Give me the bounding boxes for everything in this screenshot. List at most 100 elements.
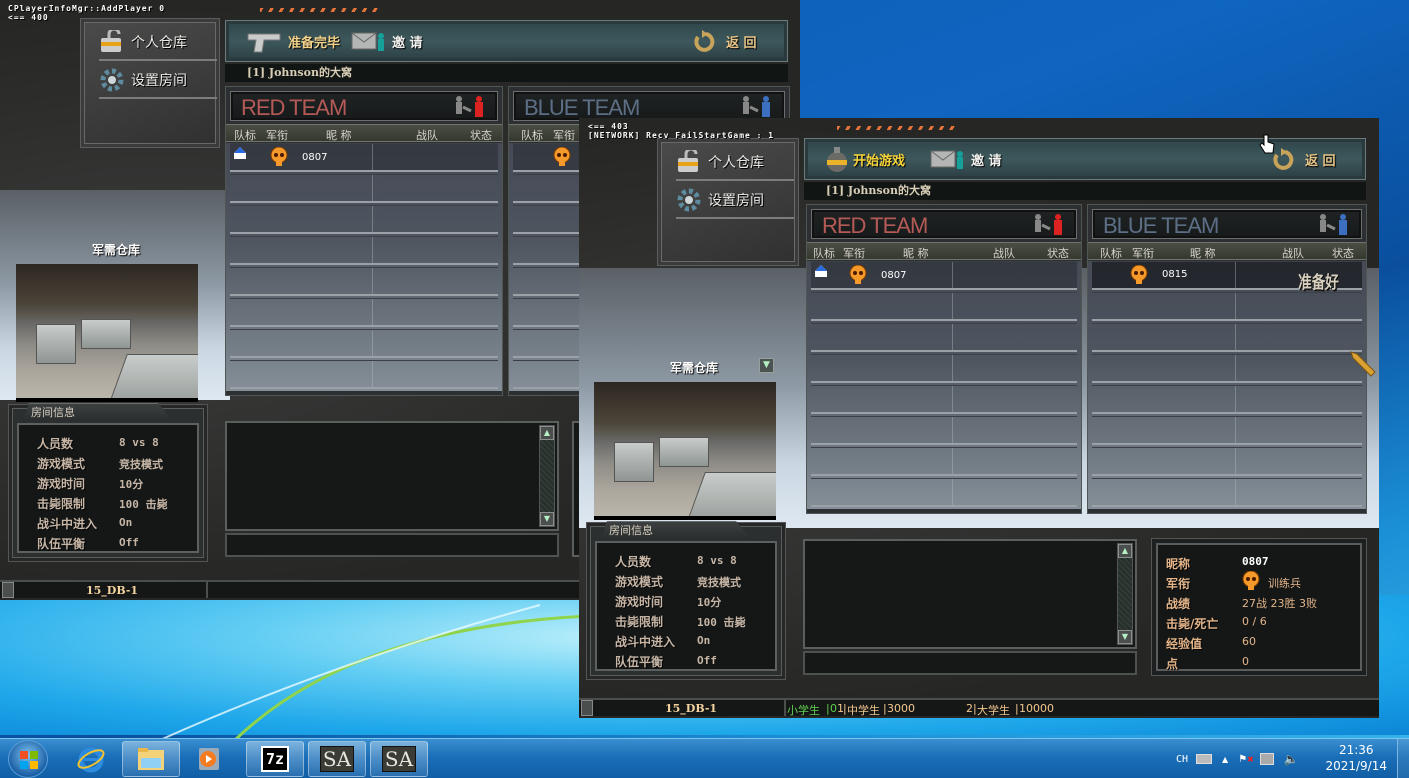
empty-slot[interactable] [811, 292, 1077, 321]
info-label: 游戏时间 [615, 595, 664, 609]
player-row[interactable]: 0807 [230, 143, 498, 172]
team-switch-blue-icon[interactable] [1313, 213, 1353, 237]
empty-slot[interactable] [1092, 292, 1362, 321]
empty-slot[interactable] [230, 360, 498, 389]
scroll-down-button[interactable]: ▼ [540, 512, 554, 526]
show-hidden-icons-button[interactable]: ▲ [1222, 755, 1228, 764]
keyboard-icon[interactable] [1196, 754, 1213, 764]
scroll-up-button[interactable]: ▲ [540, 426, 554, 440]
back-button[interactable]: 返 回 [692, 21, 757, 61]
room-info-title: 房间信息 [601, 521, 751, 539]
taskbar-media-player[interactable] [180, 741, 238, 777]
empty-slot[interactable] [1092, 416, 1362, 445]
empty-slot[interactable] [811, 354, 1077, 383]
empty-slot[interactable] [1092, 447, 1362, 476]
empty-slot[interactable] [1092, 323, 1362, 352]
bullet-cursor-icon [1350, 351, 1376, 377]
map-preview[interactable] [594, 382, 776, 520]
empty-slot[interactable] [811, 323, 1077, 352]
ready-button[interactable]: 准备完毕 [246, 21, 340, 61]
info-value: 10分 [119, 478, 144, 491]
profile-label: 战绩 [1166, 597, 1191, 611]
empty-slot[interactable] [230, 205, 498, 234]
gear-icon [676, 188, 702, 212]
empty-slot[interactable] [1092, 354, 1362, 383]
red-team-panel: RED TEAM 队标 军衔 昵 称 战队 状态 0807 [225, 86, 503, 396]
scroll-up-button[interactable]: ▲ [1118, 544, 1132, 558]
chat-scrollbar[interactable]: ▲ ▼ [1117, 543, 1133, 645]
back-button[interactable]: 返 回 [1271, 139, 1336, 179]
sa-game-icon: SA [381, 746, 417, 772]
volume-icon[interactable]: 🔈 [1284, 752, 1299, 766]
taskbar-sa-game-1[interactable]: SA [308, 741, 366, 777]
empty-slot[interactable] [811, 447, 1077, 476]
map-name: 军需仓库 [670, 361, 719, 375]
start-button[interactable] [8, 740, 48, 778]
taskbar-file-explorer[interactable] [122, 741, 180, 777]
chat-log: ▲ ▼ [225, 421, 559, 531]
ime-indicator[interactable]: CH [1176, 754, 1188, 765]
team-switch-blue-icon[interactable] [736, 95, 776, 119]
scroll-down-button[interactable]: ▼ [1118, 630, 1132, 644]
warehouse-lock-icon [99, 27, 125, 54]
side-item-room-settings[interactable]: 设置房间 [676, 183, 794, 219]
grade-2-prefix: 2 [966, 702, 973, 715]
side-item-room-settings[interactable]: 设置房间 [99, 63, 217, 99]
taskbar-internet-explorer[interactable] [62, 741, 120, 777]
player-list: 0815 准备好 [1088, 261, 1366, 509]
info-label: 战斗中进入 [37, 517, 98, 531]
empty-slot[interactable] [230, 329, 498, 358]
empty-slot[interactable] [230, 267, 498, 296]
map-dropdown-button[interactable]: ▼ [759, 358, 774, 373]
invite-button[interactable]: 邀 请 [929, 139, 1002, 179]
start-game-button[interactable]: 开始游戏 [825, 139, 905, 179]
col-clan: 战队 [1282, 247, 1304, 260]
info-label: 人员数 [615, 555, 652, 569]
info-label: 队伍平衡 [615, 655, 664, 669]
team-switch-red-icon[interactable] [1028, 213, 1068, 237]
empty-slot[interactable] [230, 298, 498, 327]
action-center-flag-icon[interactable]: ⚑✖ [1238, 754, 1254, 765]
side-menu: 个人仓库 设置房间 [657, 138, 799, 266]
taskbar-sa-game-2[interactable]: SA [370, 741, 428, 777]
empty-slot[interactable] [230, 236, 498, 265]
empty-slot[interactable] [811, 478, 1077, 507]
7zip-icon: 7z [260, 746, 290, 772]
grade-2-value: 3000 [887, 702, 915, 715]
side-item-warehouse[interactable]: 个人仓库 [676, 145, 794, 181]
debug-log-front: <== 403 [NETWORK] Recv FailStartGame : 1 [588, 122, 774, 140]
network-icon[interactable] [1259, 753, 1274, 765]
map-preview[interactable] [16, 264, 198, 402]
profile-exp: 60 [1242, 635, 1256, 648]
chat-scrollbar[interactable]: ▲ ▼ [539, 425, 555, 527]
info-label: 击毙限制 [37, 497, 86, 511]
grade-1-value: 0 [830, 702, 837, 715]
col-status: 状态 [470, 129, 492, 142]
show-desktop-button[interactable] [1397, 739, 1409, 778]
empty-slot[interactable] [1092, 478, 1362, 507]
chat-input[interactable] [803, 651, 1137, 675]
player-row[interactable]: 0815 准备好 [1092, 261, 1362, 293]
col-team-mark: 队标 [1100, 247, 1122, 260]
taskbar-7zip[interactable]: 7z [246, 741, 304, 777]
profile-points: 0 [1242, 655, 1249, 668]
empty-slot[interactable] [1092, 385, 1362, 414]
column-headers: 队标 军衔 昵 称 战队 状态 [1088, 242, 1366, 260]
col-status: 状态 [1332, 247, 1354, 260]
side-item-warehouse[interactable]: 个人仓库 [99, 25, 217, 61]
empty-slot[interactable] [811, 385, 1077, 414]
player-row[interactable]: 0807 [811, 261, 1077, 290]
debug-line: CPlayerInfoMgr::AddPlayer 0 [8, 4, 166, 13]
return-arrow-icon [694, 30, 715, 52]
chat-input[interactable] [225, 533, 559, 557]
empty-slot[interactable] [230, 174, 498, 203]
col-nickname: 昵 称 [326, 129, 352, 142]
empty-slot[interactable] [811, 416, 1077, 445]
team-switch-red-icon[interactable] [449, 95, 489, 119]
system-clock[interactable]: 21:36 2021/9/14 [1325, 742, 1387, 774]
grade-3-value: 10000 [1019, 702, 1054, 715]
rank-skull-icon [270, 147, 288, 166]
player-list: 0807 [226, 143, 502, 391]
ready-status: 准备好 [1298, 273, 1339, 293]
invite-button[interactable]: 邀 请 [350, 21, 423, 61]
